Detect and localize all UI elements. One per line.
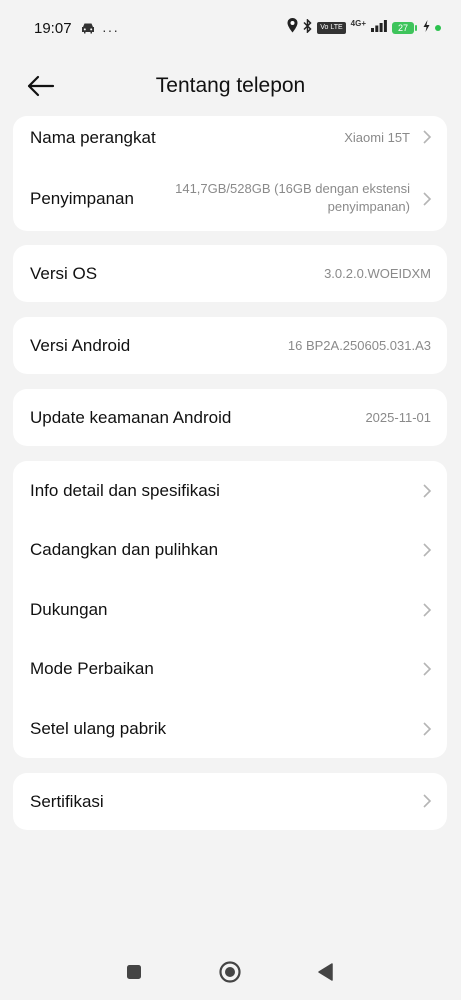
more-options-card: Info detail dan spesifikasi Cadangkan da… (13, 461, 447, 758)
storage-row[interactable]: Penyimpanan 141,7GB/528GB (16GB dengan e… (13, 166, 447, 226)
device-info-card: Nama perangkat Xiaomi 15T Penyimpanan 14… (13, 116, 447, 231)
storage-value: 141,7GB/528GB (16GB dengan ekstensi peny… (175, 180, 410, 216)
chevron-right-icon (423, 543, 432, 557)
overflow-notification-icon: ··· (102, 22, 119, 38)
recents-button[interactable] (121, 959, 147, 985)
chevron-right-icon (423, 662, 432, 676)
storage-label: Penyimpanan (30, 189, 134, 208)
menu-item-label: Dukungan (30, 600, 108, 619)
car-icon (80, 21, 96, 39)
menu-item-label: Mode Perbaikan (30, 659, 154, 678)
android-version-card: Versi Android 16 BP2A.250605.031.A3 (13, 317, 447, 374)
os-version-card: Versi OS 3.0.2.0.WOEIDXM (13, 245, 447, 302)
certification-label: Sertifikasi (30, 792, 104, 811)
status-time: 19:07 (34, 20, 72, 37)
os-version-row: Versi OS 3.0.2.0.WOEIDXM (13, 245, 447, 302)
menu-item-label: Info detail dan spesifikasi (30, 481, 220, 500)
chevron-right-icon (423, 794, 432, 808)
device-name-row[interactable]: Nama perangkat Xiaomi 15T (13, 116, 447, 162)
chevron-right-icon (423, 484, 432, 498)
status-bar: 19:07 ··· Vo LTE 4G+ 27 (0, 0, 461, 58)
square-recents-icon (127, 965, 141, 979)
app-header: Tentang telepon (0, 60, 461, 116)
system-navigation-bar (0, 955, 461, 991)
storage-value-line1: 141,7GB/528GB (16GB dengan ekstensi (175, 181, 410, 196)
menu-item-label: Setel ulang pabrik (30, 719, 167, 738)
os-version-value: 3.0.2.0.WOEIDXM (324, 266, 431, 281)
menu-item-label: Cadangkan dan pulihkan (30, 540, 219, 559)
triangle-back-icon (318, 963, 333, 981)
chevron-right-icon (423, 603, 432, 617)
device-name-label: Nama perangkat (30, 128, 156, 147)
back-nav-button[interactable] (313, 959, 339, 985)
os-version-label: Versi OS (30, 264, 98, 283)
security-update-value: 2025-11-01 (365, 410, 431, 425)
certification-card: Sertifikasi (13, 773, 447, 830)
storage-value-line2: penyimpanan) (327, 199, 410, 214)
privacy-indicator-dot (435, 25, 441, 31)
security-update-row: Update keamanan Android 2025-11-01 (13, 389, 447, 446)
certification-row[interactable]: Sertifikasi (13, 773, 447, 830)
android-version-label: Versi Android (30, 336, 131, 355)
device-name-value: Xiaomi 15T (344, 130, 410, 145)
location-icon (287, 18, 298, 38)
circle-home-icon (219, 961, 241, 983)
volte-icon: Vo LTE (317, 22, 346, 34)
menu-item-factory-reset[interactable]: Setel ulang pabrik (13, 699, 447, 758)
network-type-label: 4G+ (350, 18, 366, 28)
chevron-right-icon (423, 130, 432, 144)
chevron-right-icon (423, 192, 432, 206)
menu-item-specifications[interactable]: Info detail dan spesifikasi (13, 461, 447, 520)
android-version-row: Versi Android 16 BP2A.250605.031.A3 (13, 317, 447, 374)
menu-item-support[interactable]: Dukungan (13, 580, 447, 639)
android-version-value: 16 BP2A.250605.031.A3 (287, 338, 431, 353)
security-update-card: Update keamanan Android 2025-11-01 (13, 389, 447, 446)
charging-icon (423, 19, 430, 37)
security-update-label: Update keamanan Android (30, 408, 232, 427)
page-title: Tentang telepon (155, 74, 306, 97)
chevron-right-icon (423, 722, 432, 736)
battery-icon: 27 (392, 22, 417, 34)
home-button[interactable] (217, 959, 243, 985)
menu-item-repair-mode[interactable]: Mode Perbaikan (13, 639, 447, 699)
signal-icon (371, 19, 387, 37)
bluetooth-icon (303, 17, 312, 38)
menu-item-backup-restore[interactable]: Cadangkan dan pulihkan (13, 520, 447, 580)
